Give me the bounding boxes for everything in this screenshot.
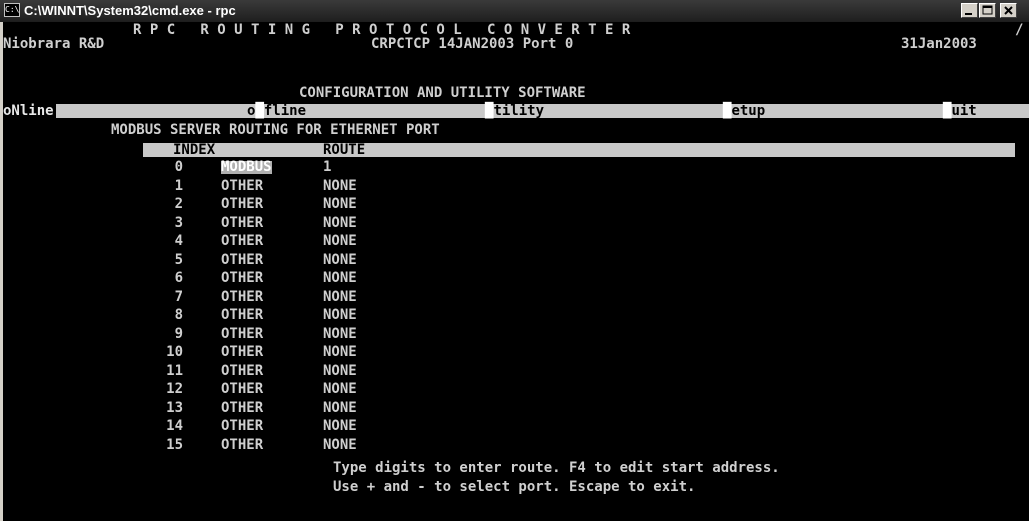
maximize-button[interactable] — [979, 3, 996, 18]
table-row[interactable]: 5 OTHER NONE — [3, 251, 1029, 269]
row-type[interactable]: OTHER — [221, 290, 263, 304]
date-label: 31Jan2003 — [901, 36, 977, 52]
row-index: 8 — [174, 307, 183, 323]
row-route[interactable]: NONE — [323, 327, 357, 341]
table-row[interactable]: 13 OTHER NONE — [3, 399, 1029, 417]
menu-setup[interactable]: █etup — [723, 104, 765, 118]
table-row[interactable]: 3 OTHER NONE — [3, 214, 1029, 232]
minimize-icon — [965, 13, 972, 15]
menu-quit-label: uit — [951, 103, 977, 119]
row-index: 12 — [166, 381, 183, 397]
table-row[interactable]: 8 OTHER NONE — [3, 307, 1029, 324]
row-index: 7 — [174, 288, 183, 305]
table-row[interactable]: 9 OTHER NONE — [3, 325, 1029, 343]
subtitle: CONFIGURATION AND UTILITY SOFTWARE — [299, 85, 586, 101]
menu-utility[interactable]: █tility — [485, 104, 544, 118]
row-type[interactable]: OTHER — [221, 364, 263, 378]
row-route[interactable]: NONE — [323, 271, 357, 285]
banner-title: R P C R O U T I N G P R O T O C O L C O … — [133, 22, 631, 38]
row-type[interactable]: MODBUS — [221, 160, 272, 174]
table-row[interactable]: 10 OTHER NONE — [3, 344, 1029, 361]
row-type[interactable]: OTHER — [221, 419, 263, 433]
row-route[interactable]: NONE — [323, 364, 357, 378]
minimize-button[interactable] — [961, 3, 978, 18]
menu-utility-label: tility — [493, 103, 545, 119]
menu-offline-hotkey-mark: █ — [255, 103, 264, 119]
cmd-icon[interactable]: C:\ — [4, 3, 20, 17]
row-type[interactable]: OTHER — [221, 345, 263, 359]
version-label: CRPCTCP 14JAN2003 Port 0 — [371, 36, 574, 52]
table-row[interactable]: 7 OTHER NONE — [3, 288, 1029, 306]
menu-online[interactable]: oNline — [3, 104, 56, 118]
table-row[interactable]: 2 OTHER NONE — [3, 196, 1029, 213]
menu-setup-label: etup — [731, 103, 766, 119]
company-label: Niobrara R&D — [3, 36, 105, 52]
row-index: 15 — [166, 436, 183, 453]
table-row[interactable]: 14 OTHER NONE — [3, 418, 1029, 435]
row-route[interactable]: 1 — [323, 160, 331, 174]
route-column-header: ROUTE — [323, 142, 366, 158]
row-index: 4 — [174, 233, 183, 249]
banner-tail: / — [1015, 22, 1024, 38]
menu-quit[interactable]: █uit — [943, 104, 977, 118]
row-index: 10 — [166, 344, 183, 360]
row-route[interactable]: NONE — [323, 308, 357, 322]
row-type[interactable]: OTHER — [221, 327, 263, 341]
console-area[interactable]: R P C R O U T I N G P R O T O C O L C O … — [3, 22, 1029, 521]
row-route[interactable]: NONE — [323, 179, 357, 193]
row-index: 3 — [174, 214, 183, 231]
row-route[interactable]: NONE — [323, 253, 357, 267]
close-icon — [1004, 6, 1013, 15]
row-type[interactable]: OTHER — [221, 401, 263, 415]
table-row[interactable]: 15 OTHER NONE — [3, 436, 1029, 454]
row-type[interactable]: OTHER — [221, 253, 263, 267]
row-type[interactable]: OTHER — [221, 197, 263, 211]
row-type[interactable]: OTHER — [221, 271, 263, 285]
row-route[interactable]: NONE — [323, 234, 357, 248]
row-route[interactable]: NONE — [323, 419, 357, 433]
row-type[interactable]: OTHER — [221, 308, 263, 322]
row-type[interactable]: OTHER — [221, 179, 263, 193]
row-route[interactable]: NONE — [323, 345, 357, 359]
row-route[interactable]: NONE — [323, 382, 357, 396]
row-index: 0 — [174, 159, 183, 175]
table-row[interactable]: 6 OTHER NONE — [3, 270, 1029, 287]
row-index: 13 — [166, 399, 183, 416]
row-index: 9 — [174, 325, 183, 342]
menu-offline[interactable]: o█fline — [247, 104, 306, 118]
row-route[interactable]: NONE — [323, 401, 357, 415]
row-route[interactable]: NONE — [323, 197, 357, 211]
window-title-bar[interactable]: C:\ C:\WINNT\System32\cmd.exe - rpc — [0, 0, 1029, 22]
row-route[interactable]: NONE — [323, 438, 357, 452]
row-route[interactable]: NONE — [323, 290, 357, 304]
table-row[interactable]: 4 OTHER NONE — [3, 233, 1029, 250]
help-line-2: Use + and - to select port. Escape to ex… — [333, 479, 696, 495]
maximize-icon — [982, 5, 993, 15]
table-row[interactable]: 0 MODBUS 1 — [3, 159, 1029, 176]
row-index: 6 — [174, 270, 183, 286]
table-row[interactable]: 11 OTHER NONE — [3, 362, 1029, 380]
window-title: C:\WINNT\System32\cmd.exe - rpc — [24, 3, 236, 18]
section-title: MODBUS SERVER ROUTING FOR ETHERNET PORT — [111, 122, 440, 138]
table-row[interactable]: 12 OTHER NONE — [3, 381, 1029, 398]
row-index: 2 — [174, 196, 183, 212]
menu-offline-label: fline — [263, 103, 307, 119]
row-index: 14 — [166, 418, 183, 434]
table-header: INDEX ROUTE — [143, 143, 1015, 157]
row-route[interactable]: NONE — [323, 216, 357, 230]
row-index: 5 — [174, 251, 183, 268]
index-column-header: INDEX — [173, 142, 216, 158]
menu-bar: oNline o█fline █tility █etup █uit — [3, 104, 1029, 118]
row-type[interactable]: OTHER — [221, 438, 263, 452]
row-type[interactable]: OTHER — [221, 234, 263, 248]
table-row[interactable]: 1 OTHER NONE — [3, 177, 1029, 195]
row-type[interactable]: OTHER — [221, 216, 263, 230]
row-index: 11 — [166, 362, 183, 379]
help-line-1: Type digits to enter route. F4 to edit s… — [333, 460, 780, 476]
row-type[interactable]: OTHER — [221, 382, 263, 396]
close-button[interactable] — [1000, 3, 1017, 18]
row-index: 1 — [174, 177, 183, 194]
